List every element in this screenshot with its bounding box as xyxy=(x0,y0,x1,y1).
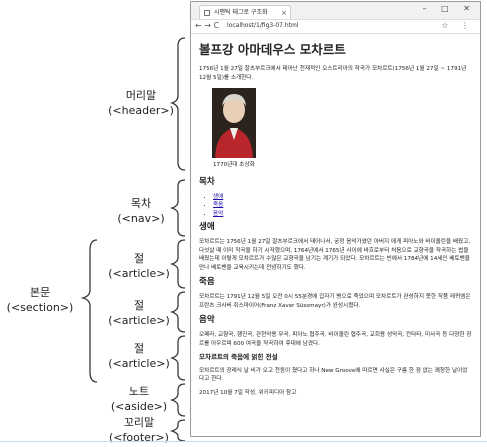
aside-heading: 모차르트의 죽음에 얽힌 전설 xyxy=(199,353,278,361)
page-icon xyxy=(204,10,210,16)
life-heading: 생애 xyxy=(199,222,215,232)
section-label: 본문 (<section>) xyxy=(2,285,78,315)
header-label-tag: (<header>) xyxy=(108,104,174,117)
address-bar-icons[interactable]: ☆ ⋮ xyxy=(441,21,474,30)
browser-tab[interactable]: 시맨틱 태그로 구조화 × xyxy=(199,5,291,19)
article2-label: 절 (<article>) xyxy=(104,298,174,328)
article3-label-name: 절 xyxy=(133,342,145,355)
toc-item: 음악 xyxy=(213,210,472,219)
music-heading: 음악 xyxy=(199,315,215,325)
toc-link-music[interactable]: 음악 xyxy=(213,211,223,217)
toc-item: 생애 xyxy=(213,193,472,202)
nav-title: 목차 xyxy=(199,176,215,187)
nav-label-tag: (<nav>) xyxy=(117,212,165,225)
toc-list: 생애 죽음 음악 xyxy=(199,193,472,219)
article2-label-tag: (<article>) xyxy=(108,314,170,327)
tab-title: 시맨틱 태그로 구조화 xyxy=(214,9,268,16)
footer-text: 2017년 10월 7일 작성, 위키피디아 참고 xyxy=(199,389,297,396)
footer-label-tag: (<footer>) xyxy=(109,431,169,444)
article1-label: 절 (<article>) xyxy=(104,251,174,281)
aside-label: 노트 (<aside>) xyxy=(104,384,174,414)
aside-label-name: 노트 xyxy=(128,385,150,398)
section-brace xyxy=(80,239,98,383)
article3-label: 절 (<article>) xyxy=(104,341,174,371)
portrait-caption: 1770년대 초상화 xyxy=(213,162,255,168)
url-field[interactable]: localhost/1/fig3-07.html xyxy=(227,22,299,29)
window-controls[interactable]: – □ ✕ xyxy=(423,4,476,13)
section-label-tag: (<section>) xyxy=(6,301,74,314)
toc-item: 죽음 xyxy=(213,201,472,210)
article1-label-name: 절 xyxy=(133,252,145,265)
aside-label-tag: (<aside>) xyxy=(110,400,168,413)
nav-buttons[interactable]: ← → C xyxy=(195,21,219,30)
page-title: 볼프강 아마데우스 모차르트 xyxy=(199,42,346,57)
life-text: 모차르트는 1756년 1월 27일 잘츠부르크에서 태어나서, 궁정 음악가였… xyxy=(199,239,471,271)
article2-label-name: 절 xyxy=(133,299,145,312)
title-bar: 시맨틱 태그로 구조화 × – □ ✕ xyxy=(191,2,480,20)
page-content: 볼프강 아마데우스 모차르트 1756년 1월 27일 잘츠부르크에서 태어난 … xyxy=(191,34,480,397)
bottom-rule xyxy=(0,441,487,442)
nav-label: 목차 (<nav>) xyxy=(108,196,174,226)
footer-label-name: 꼬리말 xyxy=(123,416,155,429)
death-heading: 죽음 xyxy=(199,277,215,287)
header-label-name: 머리말 xyxy=(125,89,157,102)
section-label-name: 본문 xyxy=(29,286,51,299)
header-label: 머리말 (<header>) xyxy=(108,88,174,118)
nav-label-name: 목차 xyxy=(130,197,152,210)
aside-text: 모차르트의 장례식 날 비가 오고 천둥이 쳤다고 하나 New Groove에… xyxy=(199,367,468,383)
toc-link-life[interactable]: 생애 xyxy=(213,194,223,200)
address-bar: ← → C localhost/1/fig3-07.html ☆ ⋮ xyxy=(191,20,480,34)
mozart-portrait xyxy=(212,88,256,158)
death-text: 모차르트는 1791년 12월 5일 오전 0시 55분경에 갑자기 병으로 죽… xyxy=(199,294,471,309)
article3-label-tag: (<article>) xyxy=(108,357,170,370)
toc-link-death[interactable]: 죽음 xyxy=(213,202,223,208)
tab-close-icon[interactable]: × xyxy=(281,6,287,19)
article1-label-tag: (<article>) xyxy=(108,267,170,280)
intro-text: 1756년 1월 27일 잘츠부르크에서 태어난 천재적인 오스트리아의 작곡가… xyxy=(199,66,467,81)
browser-window: 시맨틱 태그로 구조화 × – □ ✕ ← → C localhost/1/fi… xyxy=(190,1,481,437)
music-text: 오페라, 교향곡, 행진곡, 관현악용 무곡, 피아노 협주곡, 바이올린 협주… xyxy=(199,332,472,347)
